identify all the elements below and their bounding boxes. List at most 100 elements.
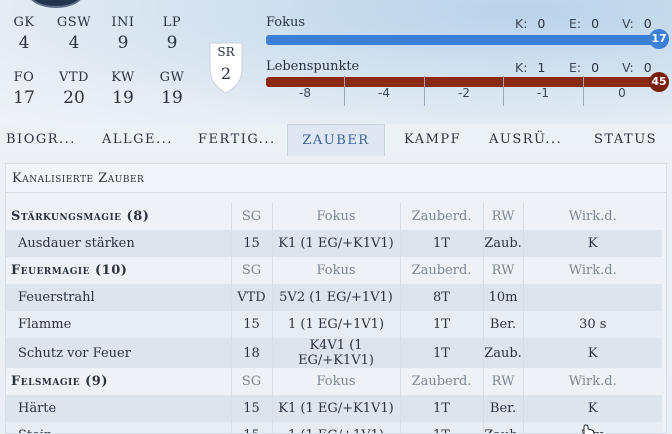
tab-zauber[interactable]: ZAUBER	[287, 124, 385, 156]
col-rw: RW	[482, 203, 523, 230]
attr-value: 4	[18, 33, 30, 53]
group-header-row: Felsmagie (9) SG Fokus Zauberd. RW Wirk.d.	[6, 368, 662, 395]
sr-value: 2	[220, 64, 232, 83]
spell-sg: 18	[230, 338, 272, 368]
spell-sg: 15	[230, 311, 272, 338]
spell-sg: VTD	[230, 284, 272, 311]
spell-name: Flamme	[6, 311, 231, 338]
spell-row[interactable]: Ausdauer stärken 15 K1 (1 EG/+K1V1) 1T Zaub.…	[6, 230, 662, 257]
attr-value: 19	[112, 88, 134, 108]
lp-tick: -4	[378, 86, 390, 100]
lp-tick: -2	[458, 86, 470, 100]
spell-rw: 10m	[482, 284, 523, 311]
col-fokus: Fokus	[271, 257, 400, 284]
group-name: Felsmagie (9)	[6, 368, 231, 395]
col-rw: RW	[482, 257, 523, 284]
attr-fo: FO 17	[4, 70, 44, 108]
fokus-bar	[266, 35, 667, 45]
spell-wirkungsdauer: K	[522, 338, 662, 368]
spell-row[interactable]: Schutz vor Feuer 18 K4V1 (1 EG/+K1V1) 1T Zau…	[6, 338, 662, 368]
spell-zauberdauer: 1T	[399, 230, 483, 257]
tab-ausruestung[interactable]: AUSRÜ...	[489, 124, 562, 156]
attr-value: 17	[13, 88, 35, 108]
spell-sg: 15	[230, 395, 272, 422]
spell-wirkungsdauer: K	[522, 395, 662, 422]
attr-label: VTD	[59, 70, 89, 85]
spell-zauberdauer: 1T	[399, 338, 483, 368]
spell-row[interactable]: Flamme 15 1 (1 EG/+1V1) 1T Ber. 30 s	[6, 311, 662, 338]
attr-lp: LP 9	[152, 15, 192, 53]
col-wirkungsdauer: Wirk.d.	[522, 203, 662, 230]
tab-allgemein[interactable]: ALLGE...	[102, 124, 173, 156]
col-zauberdauer: Zauberd.	[399, 257, 483, 284]
spell-rw: Zaub.	[482, 338, 523, 368]
attr-kw: KW 19	[103, 70, 143, 108]
attr-value: 9	[166, 33, 178, 53]
tick-divider	[424, 76, 425, 106]
character-emblem	[28, 0, 84, 8]
fokus-k: K: 0	[515, 16, 545, 31]
group-name: Stärkungsmagie (8)	[6, 203, 231, 230]
e-value: 0	[591, 16, 600, 31]
spell-sg: 15	[230, 230, 272, 257]
col-sg: SG	[230, 257, 272, 284]
col-wirkungsdauer: Wirk.d.	[522, 368, 662, 395]
character-header: GK 4 GSW 4 INI 9 LP 9 FO 17 VTD 20 KW 19…	[0, 0, 672, 124]
spell-name: Schutz vor Feuer	[6, 338, 231, 368]
spell-fokus: K4V1 (1 EG/+K1V1)	[271, 338, 400, 368]
spell-rw: Ber.	[482, 311, 523, 338]
spell-row[interactable]: Härte 15 K1 (1 EG/+K1V1) 1T Ber. K	[6, 395, 662, 422]
spell-name: Stein	[6, 422, 231, 433]
v-label: V:	[622, 60, 634, 75]
k-label: K:	[515, 60, 528, 75]
lebenspunkte-label: Lebenspunkte	[266, 59, 360, 74]
spells-panel: Kanalisierte Zauber Stärkungsmagie (8) SG…	[5, 163, 667, 434]
group-header-row: Stärkungsmagie (8) SG Fokus Zauberd. RW Wirk.…	[6, 203, 662, 230]
tick-divider	[583, 76, 584, 106]
fokus-label: Fokus	[266, 15, 306, 30]
spell-fokus: 1 (1 EG/+1V1)	[271, 422, 400, 433]
k-value: 0	[537, 16, 546, 31]
section-title: Kanalisierte Zauber	[6, 164, 666, 193]
attr-gk: GK 4	[4, 15, 44, 53]
spell-row[interactable]: Feuerstrahl VTD 5V2 (1 EG/+1V1) 8T 10m	[6, 284, 662, 311]
spell-rw: Zaub.	[482, 230, 523, 257]
spell-name: Feuerstrahl	[6, 284, 231, 311]
lp-tick: 0	[618, 86, 626, 100]
spell-zauberdauer: 8T	[399, 284, 483, 311]
spells-table: Stärkungsmagie (8) SG Fokus Zauberd. RW Wirk.…	[6, 203, 662, 433]
tab-fertigkeiten[interactable]: FERTIG...	[198, 124, 276, 156]
attr-label: FO	[13, 70, 35, 85]
spell-row[interactable]: Stein151 (1 EG/+1V1)1TZaub.5 m	[6, 422, 662, 433]
attr-label: INI	[111, 15, 135, 30]
lp-tick: -1	[537, 86, 549, 100]
attr-value: 9	[117, 33, 129, 53]
fokus-value-badge: 17	[649, 29, 669, 49]
tab-kampf[interactable]: KAMPF	[404, 124, 461, 156]
attr-label: KW	[111, 70, 135, 85]
k-label: K:	[515, 16, 528, 31]
col-wirkungsdauer: Wirk.d.	[522, 257, 662, 284]
tick-divider	[503, 76, 504, 106]
col-fokus: Fokus	[271, 368, 400, 395]
lp-tick: -8	[299, 86, 311, 100]
attr-value: 20	[63, 88, 85, 108]
attr-label: GSW	[56, 15, 92, 30]
spell-fokus: 1 (1 EG/+1V1)	[271, 311, 400, 338]
tab-biografie[interactable]: BIOGR...	[6, 124, 76, 156]
e-label: E:	[569, 60, 582, 75]
attr-ini: INI 9	[103, 15, 143, 53]
spell-fokus: K1 (1 EG/+K1V1)	[271, 395, 400, 422]
tab-status[interactable]: STATUS	[594, 124, 657, 156]
tab-bar: BIOGR... ALLGE... FERTIG... ZAUBER KAMPF…	[0, 124, 672, 156]
attr-label: GW	[159, 70, 185, 85]
attr-value: 19	[161, 88, 183, 108]
spell-wirkungsdauer: 30 s	[522, 311, 662, 338]
e-value: 0	[591, 60, 600, 75]
lp-e: E: 0	[569, 60, 599, 75]
group-name: Feuermagie (10)	[6, 257, 231, 284]
lp-k: K: 1	[515, 60, 545, 75]
sr-label: SR	[217, 45, 235, 59]
v-value: 0	[643, 60, 652, 75]
fokus-v: V: 0	[622, 16, 652, 31]
